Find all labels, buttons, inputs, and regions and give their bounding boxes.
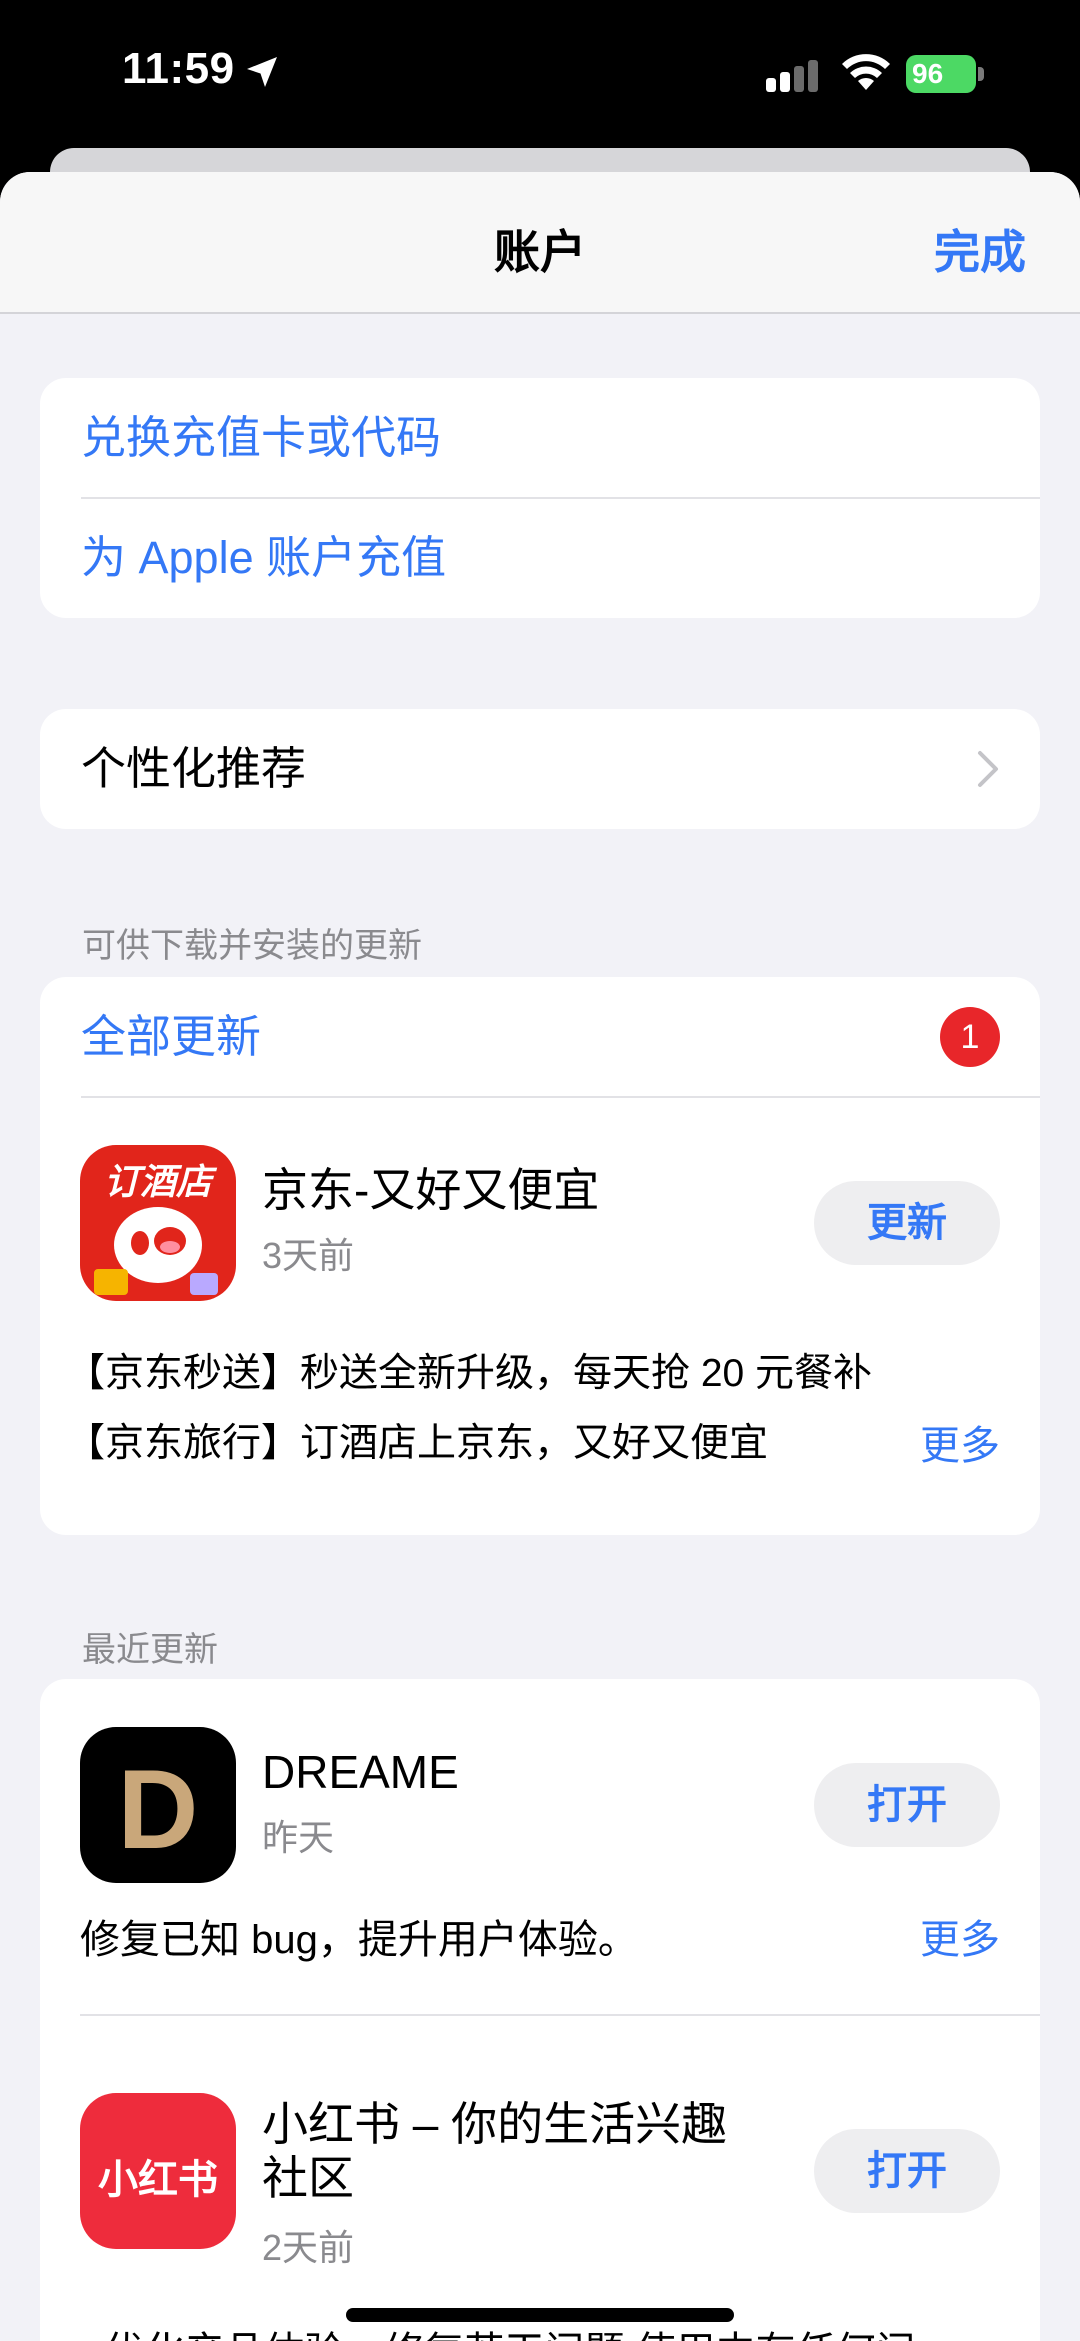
dreame-app-name: DREAME xyxy=(262,1746,459,1798)
xiaohongshu-app-icon[interactable]: 小红书 xyxy=(80,2093,236,2249)
done-button[interactable]: 完成 xyxy=(934,216,1026,282)
redeem-gift-card-link[interactable]: 兑换充值卡或代码 xyxy=(40,378,1040,498)
status-time: 11:59 xyxy=(122,44,235,93)
screen: 11:59 96 账户 完成 兑换充值卡或代码 为 Apple 账户充值 个性化… xyxy=(0,0,1080,2341)
personalized-recommendations-row[interactable]: 个性化推荐 xyxy=(40,709,1040,829)
nav-bar: 账户 完成 xyxy=(0,172,1080,314)
dreame-open-button[interactable]: 打开 xyxy=(814,1763,1000,1847)
xiaohongshu-open-button[interactable]: 打开 xyxy=(814,2129,1000,2213)
chevron-right-icon xyxy=(978,751,998,787)
updates-available-header: 可供下载并安装的更新 xyxy=(82,927,422,965)
jd-more-link[interactable]: 更多 xyxy=(920,1413,1000,1471)
jd-icon-text: 订酒店 xyxy=(103,1161,212,1202)
jd-release-notes: 【京东秒送】秒送全新升级，每天抢 20 元餐补 【京东旅行】订酒店上京东，又好又… xyxy=(66,1339,872,1479)
jd-update-date: 3天前 xyxy=(262,1235,355,1276)
jd-app-icon[interactable]: 订酒店 xyxy=(80,1145,236,1301)
update-all-button[interactable]: 全部更新 xyxy=(40,977,1040,1097)
home-indicator[interactable] xyxy=(346,2308,734,2322)
update-count-badge: 1 xyxy=(940,1007,1000,1067)
add-funds-link[interactable]: 为 Apple 账户充值 xyxy=(40,498,1040,618)
jd-note-line-1: 【京东秒送】秒送全新升级，每天抢 20 元餐补 xyxy=(66,1352,873,1395)
xiaohongshu-app-name: 小红书 – 你的生活兴趣 社区 xyxy=(262,2097,727,2205)
battery-cap xyxy=(978,67,984,81)
dreame-icon-letter: D xyxy=(117,1747,199,1872)
personalized-card: 个性化推荐 xyxy=(40,709,1040,829)
dreame-more-link[interactable]: 更多 xyxy=(920,1907,1000,1965)
xiaohongshu-name-line-2: 社区 xyxy=(262,2152,354,2204)
jd-note-line-2: 【京东旅行】订酒店上京东，又好又便宜 xyxy=(66,1422,769,1465)
xiaohongshu-icon-text: 小红书 xyxy=(98,2158,218,2202)
xiaohongshu-update-date: 2天前 xyxy=(262,2227,355,2268)
dreame-app-icon[interactable]: D xyxy=(80,1727,236,1883)
jd-update-button[interactable]: 更新 xyxy=(814,1181,1000,1265)
recent-updates-card: D DREAME 昨天 打开 修复已知 bug，提升用户体验。 更多 小红书 小… xyxy=(40,1679,1040,2341)
xiaohongshu-release-note: - 优化产品体验，修复若干问题,使用中有任何问 xyxy=(80,2319,916,2341)
wifi-icon xyxy=(842,54,890,90)
status-bar: 11:59 96 xyxy=(0,0,1080,150)
battery-icon: 96 xyxy=(906,55,984,93)
account-sheet: 账户 完成 兑换充值卡或代码 为 Apple 账户充值 个性化推荐 可供下载并安… xyxy=(0,172,1080,2341)
xiaohongshu-name-line-1: 小红书 – 你的生活兴趣 xyxy=(262,2098,728,2150)
battery-level: 96 xyxy=(906,55,976,93)
divider xyxy=(81,1096,1040,1098)
dreame-release-note: 修复已知 bug，提升用户体验。 xyxy=(80,1918,638,1962)
jd-app-name: 京东-又好又便宜 xyxy=(262,1164,600,1216)
personalized-label: 个性化推荐 xyxy=(81,743,307,794)
divider xyxy=(80,2014,1040,2016)
recent-updates-header: 最近更新 xyxy=(82,1631,218,1669)
dreame-update-date: 昨天 xyxy=(262,1817,335,1858)
account-links-card: 兑换充值卡或代码 为 Apple 账户充值 xyxy=(40,378,1040,618)
location-arrow-icon xyxy=(247,57,277,87)
updates-available-card: 全部更新 1 订酒店 京东-又好又便宜 3天前 更新 【京东秒送】秒送全新升级，… xyxy=(40,977,1040,1535)
cellular-signal-icon xyxy=(766,60,818,92)
nav-title: 账户 xyxy=(494,226,586,278)
